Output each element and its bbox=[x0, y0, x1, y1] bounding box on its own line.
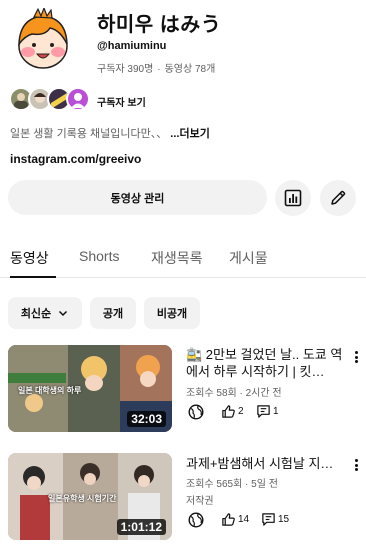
subscriber-avatar bbox=[66, 87, 90, 111]
filter-private-chip[interactable]: 비공개 bbox=[144, 297, 200, 329]
channel-avatar[interactable] bbox=[10, 8, 76, 74]
comment-count-value: 15 bbox=[278, 514, 290, 525]
more-options-icon[interactable] bbox=[352, 457, 360, 473]
channel-stats: 구독자 390명 · 동영상 78개 bbox=[97, 60, 215, 75]
video-meta: 조회수 565회 · 5일 전 bbox=[186, 479, 278, 490]
thumbnail-caption: 일본유학생 시험기간 bbox=[48, 494, 117, 503]
tab-posts[interactable]: 게시물 bbox=[229, 248, 268, 268]
channel-link[interactable]: instagram.com/greeivo bbox=[10, 152, 141, 166]
more-options-icon[interactable] bbox=[352, 349, 360, 365]
like-count-value: 2 bbox=[238, 406, 244, 417]
description-more-link[interactable]: ...더보기 bbox=[170, 128, 210, 140]
thumbnail-caption: 일본 대학생의 하루 bbox=[18, 386, 82, 395]
video-thumbnail[interactable]: 일본유학생 시험기간 1:01:12 bbox=[8, 453, 172, 540]
sort-label: 최신순 bbox=[20, 308, 52, 320]
video-meta: 조회수 58회 · 2시간 전 bbox=[186, 388, 282, 399]
pencil-icon bbox=[331, 190, 346, 205]
comment-count[interactable]: 1 bbox=[256, 404, 279, 419]
globe-icon bbox=[188, 512, 204, 528]
video-count: 동영상 78개 bbox=[164, 64, 216, 75]
tab-shorts[interactable]: Shorts bbox=[79, 248, 119, 264]
tab-videos[interactable]: 동영상 bbox=[10, 248, 49, 268]
bar-chart-icon bbox=[284, 189, 302, 207]
stats-separator: · bbox=[157, 64, 161, 75]
comment-icon bbox=[262, 513, 275, 526]
copyright-label: 저작권 bbox=[186, 496, 214, 507]
comment-count[interactable]: 15 bbox=[261, 512, 289, 527]
like-count-value: 14 bbox=[238, 514, 250, 525]
like-count[interactable]: 2 bbox=[221, 404, 244, 419]
analytics-button[interactable] bbox=[275, 180, 311, 216]
comment-icon bbox=[257, 405, 270, 418]
thumbs-up-icon bbox=[222, 405, 235, 418]
cartoon-avatar-icon bbox=[18, 8, 68, 69]
chevron-down-icon bbox=[59, 310, 68, 317]
view-subscribers-link[interactable]: 구독자 보기 bbox=[97, 94, 146, 109]
thumbs-up-icon bbox=[222, 513, 235, 526]
tab-playlists[interactable]: 재생목록 bbox=[151, 248, 203, 268]
description-text: 일본 생활 기록용 채널입니다만、、 bbox=[10, 128, 168, 140]
filter-public-chip[interactable]: 공개 bbox=[90, 297, 136, 329]
channel-name: 하미우 はみう bbox=[97, 14, 222, 36]
visibility-button[interactable] bbox=[188, 404, 206, 420]
video-duration: 1:01:12 bbox=[116, 519, 166, 535]
manage-videos-button[interactable]: 동영상 관리 bbox=[8, 180, 267, 215]
video-title[interactable]: 과제+밤샘해서 시험날 지… bbox=[186, 455, 344, 472]
active-tab-indicator bbox=[10, 276, 56, 278]
channel-handle: @hamiuminu bbox=[97, 40, 167, 52]
subscriber-avatars[interactable] bbox=[9, 87, 91, 111]
visibility-button[interactable] bbox=[188, 512, 206, 528]
edit-channel-button[interactable] bbox=[320, 180, 356, 216]
video-thumbnail[interactable]: 일본 대학생의 하루 32:03 bbox=[8, 345, 172, 432]
like-count[interactable]: 14 bbox=[221, 512, 249, 527]
sort-dropdown[interactable]: 최신순 bbox=[8, 297, 82, 329]
globe-icon bbox=[188, 404, 204, 420]
subscriber-count: 구독자 390명 bbox=[97, 64, 154, 75]
channel-tabs: 동영상 Shorts 재생목록 게시물 bbox=[0, 238, 366, 278]
comment-count-value: 1 bbox=[273, 406, 279, 417]
video-title[interactable]: 🚉 2만보 걸었던 날.. 도쿄 역에서 하루 시작하기 | 킷… bbox=[186, 346, 344, 380]
channel-description[interactable]: 일본 생활 기록용 채널입니다만、、 ...더보기 bbox=[10, 125, 210, 141]
video-duration: 32:03 bbox=[127, 411, 166, 427]
